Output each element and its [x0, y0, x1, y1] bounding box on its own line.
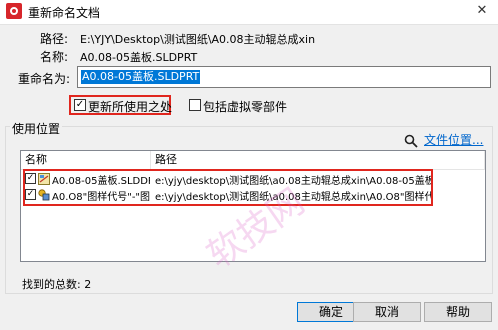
close-icon[interactable]: ✕ [474, 3, 490, 19]
update-uses-checkbox[interactable]: ✓ [74, 99, 86, 111]
highlight-usage-rows [23, 169, 433, 206]
count-label: 找到的总数: [22, 278, 81, 291]
search-icon[interactable] [404, 134, 418, 148]
update-uses-label: 更新所使用之处 [88, 100, 173, 114]
usage-group-title: 使用位置 [10, 120, 63, 137]
path-label: 路径: [40, 32, 69, 46]
rename-input[interactable]: A0.08-05盖板.SLDPRT [77, 66, 491, 88]
cancel-button[interactable]: 取消 [353, 302, 421, 322]
rename-label: 重命名为: [18, 72, 71, 86]
column-header-name[interactable]: 名称 [21, 151, 151, 169]
solidworks-app-icon [6, 3, 22, 19]
help-button[interactable]: 帮助 [424, 302, 492, 322]
found-count: 找到的总数: 2 [22, 276, 91, 292]
rename-input-value: A0.08-05盖板.SLDPRT [81, 70, 201, 84]
path-value: E:\YJY\Desktop\测试图纸\A0.08主动辊总成xin [80, 33, 316, 46]
title-bar: 重新命名文档 ✕ [0, 0, 498, 25]
include-virtual-label: 包括虚拟零部件 [203, 100, 288, 114]
usage-list[interactable]: 名称 路径 ✓ A0.08-05盖板.SLDDRW e:\yjy\desktop… [20, 150, 486, 262]
count-value: 2 [84, 278, 92, 291]
include-virtual-checkbox[interactable] [189, 99, 201, 111]
window-title: 重新命名文档 [28, 6, 101, 20]
name-value: A0.08-05盖板.SLDPRT [80, 51, 198, 64]
column-header-path[interactable]: 路径 [151, 151, 485, 169]
name-label: 名称: [40, 50, 69, 64]
file-location-link[interactable]: 文件位置... [424, 131, 483, 148]
